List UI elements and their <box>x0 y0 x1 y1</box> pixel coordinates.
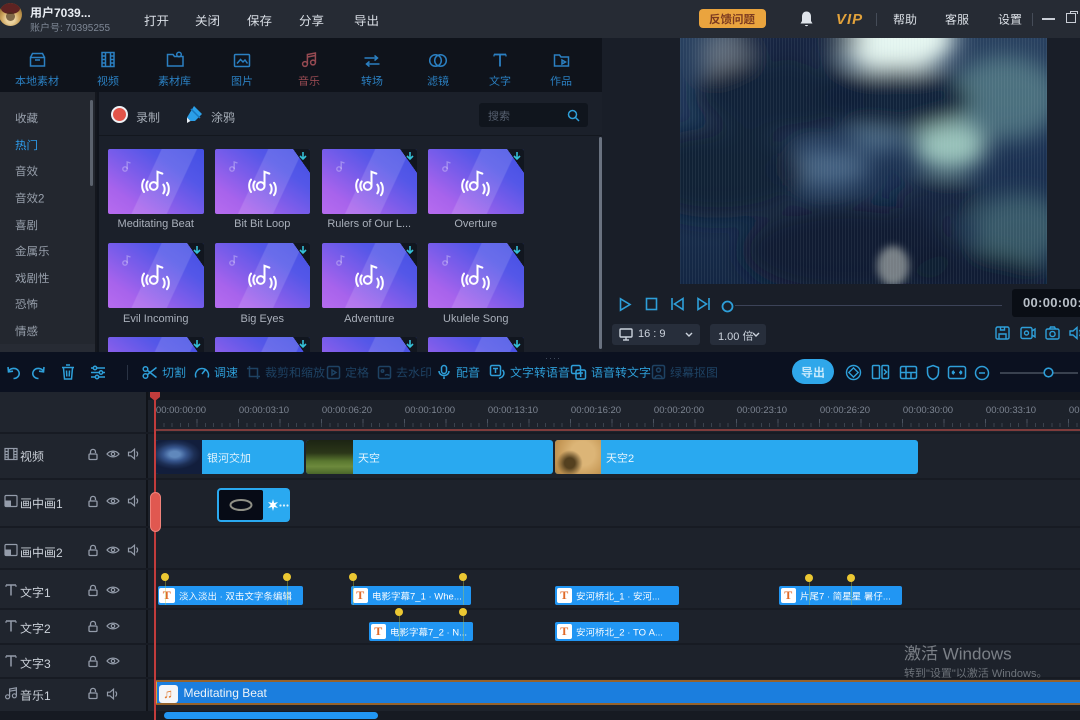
svg-text:_2 · TO A...: _2 · TO A... <box>613 628 663 638</box>
svg-text:...: ... <box>652 592 660 602</box>
svg-text:1: 1 <box>44 586 51 599</box>
svg-text:Windows: Windows <box>938 644 1012 663</box>
svg-text:2: 2 <box>56 546 63 559</box>
svg-text:1.00: 1.00 <box>718 331 742 342</box>
svg-text:7_2 · N...: 7_2 · N... <box>428 628 467 638</box>
svg-text:3: 3 <box>44 657 51 670</box>
svg-text:": " <box>926 668 930 679</box>
svg-text:2: 2 <box>44 622 51 635</box>
svg-text:2: 2 <box>628 453 634 464</box>
svg-text:": " <box>952 668 956 679</box>
svg-text:7 ·: 7 · <box>819 592 833 602</box>
svg-text:_1 ·: _1 · <box>613 592 633 602</box>
svg-text:·: · <box>217 592 225 602</box>
svg-text:: 70395255: : 70395255 <box>60 23 110 33</box>
svg-text:1: 1 <box>56 497 63 510</box>
svg-text:7_1 · Whe...: 7_1 · Whe... <box>410 592 462 602</box>
svg-text:1: 1 <box>44 689 51 702</box>
svg-text:...: ... <box>883 592 891 602</box>
svg-text:2: 2 <box>38 194 44 206</box>
svg-text:7039...: 7039... <box>54 6 91 19</box>
svg-text:Windows: Windows <box>989 668 1037 679</box>
